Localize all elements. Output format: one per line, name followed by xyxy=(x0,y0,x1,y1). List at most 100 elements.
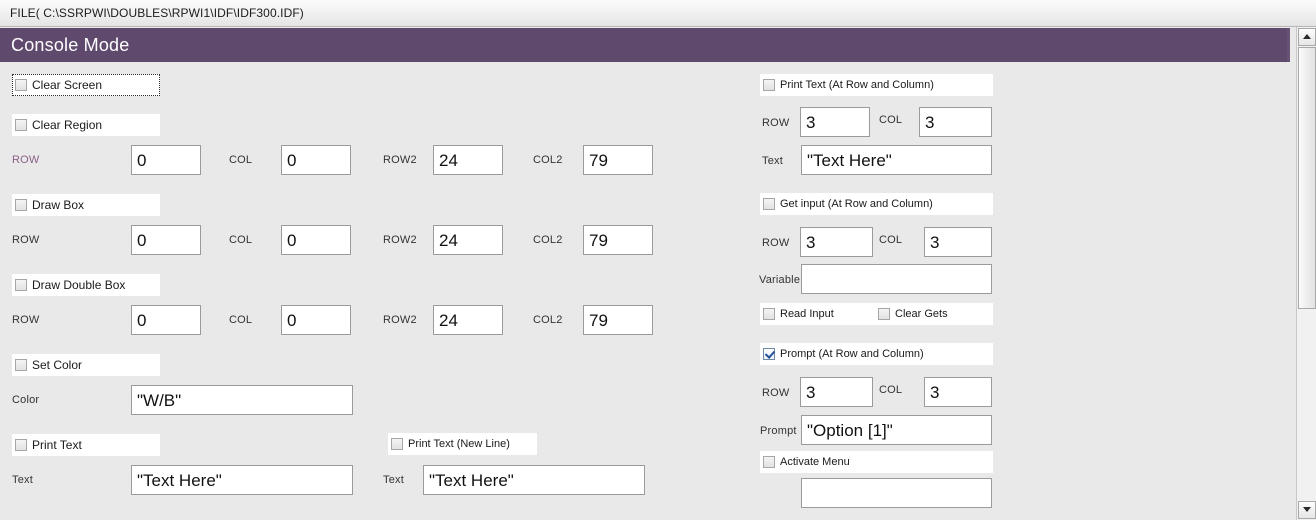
scroll-up-arrow-icon xyxy=(1303,34,1311,39)
scroll-down-arrow-icon xyxy=(1303,507,1311,512)
checkbox-box-clear-screen[interactable] xyxy=(15,79,27,91)
checkbox-box-set-color[interactable] xyxy=(15,359,27,371)
input-clear-region-row[interactable]: 0 xyxy=(131,145,201,175)
label-color: Color xyxy=(12,394,40,406)
input-draw-box-col2[interactable]: 79 xyxy=(583,225,653,255)
label-draw-box-col2: COL2 xyxy=(533,234,563,246)
checkbox-set-color[interactable]: Set Color xyxy=(12,354,160,376)
label-draw-box-row: ROW xyxy=(12,234,40,246)
console-mode-window: FILE( C:\SSRPWI\DOUBLES\RPWI1\IDF\IDF300… xyxy=(0,0,1316,520)
checkbox-print-text[interactable]: Print Text xyxy=(12,434,160,456)
checkbox-prompt-at-row-column[interactable]: Prompt (At Row and Column) xyxy=(760,343,993,365)
checkbox-clear-screen[interactable]: Clear Screen xyxy=(12,74,160,96)
checkbox-box-print-text-at-row-column[interactable] xyxy=(763,79,775,91)
input-draw-box-row2[interactable]: 24 xyxy=(433,225,503,255)
input-draw-box-row[interactable]: 0 xyxy=(131,225,201,255)
checkbox-label-get-input-at-row-column: Get input (At Row and Column) xyxy=(780,197,933,210)
input-draw-double-box-row2[interactable]: 24 xyxy=(433,305,503,335)
checkbox-clear-gets[interactable]: Clear Gets xyxy=(875,303,993,325)
input-prompt-row[interactable]: 3 xyxy=(800,377,873,407)
form-panel: Clear Screen Clear Region ROW 0 COL 0 RO… xyxy=(0,62,1290,520)
checkbox-label-read-input: Read Input xyxy=(780,307,834,320)
input-print-text-text[interactable]: "Text Here" xyxy=(131,465,353,495)
scroll-up-button[interactable] xyxy=(1298,28,1316,46)
label-draw-box-row2: ROW2 xyxy=(383,234,417,246)
checkbox-label-print-text-new-line: Print Text (New Line) xyxy=(408,437,510,450)
checkbox-label-draw-double-box: Draw Double Box xyxy=(32,277,126,292)
checkbox-draw-double-box[interactable]: Draw Double Box xyxy=(12,274,160,296)
checkbox-draw-box[interactable]: Draw Box xyxy=(12,194,160,216)
vertical-scrollbar[interactable] xyxy=(1296,27,1316,520)
input-draw-double-box-row[interactable]: 0 xyxy=(131,305,201,335)
label-clear-region-row: ROW xyxy=(12,154,40,166)
input-draw-box-col[interactable]: 0 xyxy=(281,225,351,255)
label-get-input-col: COL xyxy=(879,234,903,246)
checkbox-box-prompt-at-row-column[interactable] xyxy=(763,348,775,360)
checkbox-label-clear-region: Clear Region xyxy=(32,117,103,132)
label-prompt-row: ROW xyxy=(762,387,790,399)
label-print-text-at-col: COL xyxy=(879,114,903,126)
checkbox-print-text-at-row-column[interactable]: Print Text (At Row and Column) xyxy=(760,74,993,96)
label-draw-box-col: COL xyxy=(229,234,253,246)
label-prompt-col: COL xyxy=(879,384,903,396)
label-print-text-new-line-text: Text xyxy=(383,474,404,486)
file-path-label: FILE( C:\SSRPWI\DOUBLES\RPWI1\IDF\IDF300… xyxy=(10,6,304,20)
checkbox-get-input-at-row-column[interactable]: Get input (At Row and Column) xyxy=(760,193,993,215)
label-print-text-text: Text xyxy=(12,474,33,486)
file-path-bar: FILE( C:\SSRPWI\DOUBLES\RPWI1\IDF\IDF300… xyxy=(0,0,1316,27)
checkbox-box-draw-double-box[interactable] xyxy=(15,279,27,291)
input-print-text-at-row[interactable]: 3 xyxy=(800,107,870,137)
checkbox-label-prompt-at-row-column: Prompt (At Row and Column) xyxy=(780,347,924,360)
checkbox-label-set-color: Set Color xyxy=(32,357,83,372)
label-prompt-text: Prompt xyxy=(760,425,797,437)
label-clear-region-col: COL xyxy=(229,154,253,166)
checkbox-box-get-input-at-row-column[interactable] xyxy=(763,198,775,210)
checkbox-box-activate-menu[interactable] xyxy=(763,456,775,468)
label-draw-double-box-col2: COL2 xyxy=(533,314,563,326)
label-print-text-at-text: Text xyxy=(762,155,783,167)
label-clear-region-col2: COL2 xyxy=(533,154,563,166)
label-print-text-at-row: ROW xyxy=(762,117,790,129)
checkbox-label-clear-screen: Clear Screen xyxy=(32,77,103,92)
input-print-text-at-col[interactable]: 3 xyxy=(919,107,992,137)
input-clear-region-col[interactable]: 0 xyxy=(281,145,351,175)
input-get-input-variable[interactable] xyxy=(801,264,992,294)
input-color[interactable]: "W/B" xyxy=(131,385,353,415)
input-print-text-at-text[interactable]: "Text Here" xyxy=(801,145,992,175)
label-draw-double-box-row: ROW xyxy=(12,314,40,326)
checkbox-box-print-text[interactable] xyxy=(15,439,27,451)
input-activate-menu[interactable] xyxy=(801,478,992,508)
input-draw-double-box-col2[interactable]: 79 xyxy=(583,305,653,335)
label-get-input-row: ROW xyxy=(762,237,790,249)
checkbox-label-print-text: Print Text xyxy=(32,437,82,452)
checkbox-label-activate-menu: Activate Menu xyxy=(780,455,850,468)
checkbox-label-clear-gets: Clear Gets xyxy=(895,307,948,320)
checkbox-print-text-new-line[interactable]: Print Text (New Line) xyxy=(388,433,537,455)
checkbox-activate-menu[interactable]: Activate Menu xyxy=(760,451,993,473)
page-title: Console Mode xyxy=(11,35,130,55)
checkbox-box-draw-box[interactable] xyxy=(15,199,27,211)
input-prompt-col[interactable]: 3 xyxy=(924,377,992,407)
console-mode-header: Console Mode xyxy=(0,28,1290,62)
input-clear-region-row2[interactable]: 24 xyxy=(433,145,503,175)
label-draw-double-box-col: COL xyxy=(229,314,253,326)
checkbox-box-print-text-new-line[interactable] xyxy=(391,438,403,450)
label-draw-double-box-row2: ROW2 xyxy=(383,314,417,326)
checkbox-label-print-text-at-row-column: Print Text (At Row and Column) xyxy=(780,78,934,91)
checkbox-clear-region[interactable]: Clear Region xyxy=(12,114,160,136)
scroll-down-button[interactable] xyxy=(1298,501,1316,519)
input-clear-region-col2[interactable]: 79 xyxy=(583,145,653,175)
input-print-text-new-line-text[interactable]: "Text Here" xyxy=(423,465,645,495)
scrollbar-thumb[interactable] xyxy=(1298,47,1316,309)
checkbox-box-read-input[interactable] xyxy=(763,308,775,320)
label-get-input-variable: Variable xyxy=(759,274,801,286)
label-clear-region-row2: ROW2 xyxy=(383,154,417,166)
checkbox-box-clear-gets[interactable] xyxy=(878,308,890,320)
input-get-input-col[interactable]: 3 xyxy=(924,227,992,257)
input-draw-double-box-col[interactable]: 0 xyxy=(281,305,351,335)
checkbox-read-input[interactable]: Read Input xyxy=(760,303,875,325)
input-get-input-row[interactable]: 3 xyxy=(800,227,873,257)
checkbox-box-clear-region[interactable] xyxy=(15,119,27,131)
input-prompt-text[interactable]: "Option [1]" xyxy=(801,415,992,445)
checkbox-label-draw-box: Draw Box xyxy=(32,197,85,212)
